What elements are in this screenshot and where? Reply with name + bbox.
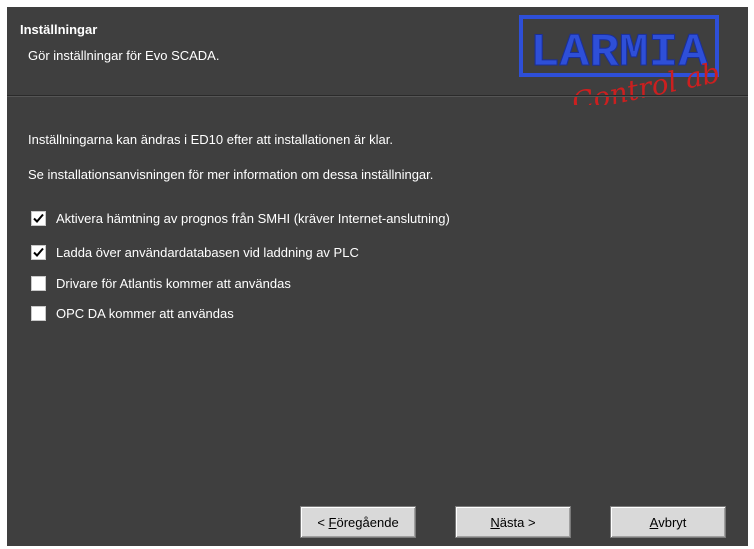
header-panel: Inställningar Gör inställningar för Evo …: [7, 7, 748, 105]
checkbox-atlantis-driver[interactable]: [31, 275, 46, 291]
checkmark-icon: [33, 247, 44, 257]
option-smhi-forecast[interactable]: Aktivera hämtning av prognos från SMHI (…: [31, 209, 450, 227]
option-label: OPC DA kommer att användas: [56, 305, 234, 321]
checkbox-opc-da[interactable]: [31, 305, 46, 321]
back-button[interactable]: < Föregående: [300, 506, 416, 538]
option-atlantis-driver[interactable]: Drivare för Atlantis kommer att användas: [31, 274, 291, 292]
checkbox-user-database[interactable]: [31, 244, 46, 260]
info-text-2: Se installationsanvisningen för mer info…: [28, 167, 434, 182]
checkbox-smhi-forecast[interactable]: [31, 210, 46, 226]
cancel-button[interactable]: Avbryt: [610, 506, 726, 538]
header-divider: [7, 95, 748, 97]
info-text-1: Inställningarna kan ändras i ED10 efter …: [28, 132, 393, 147]
larmia-logo: LARMIA Control ab: [519, 15, 723, 105]
option-label: Drivare för Atlantis kommer att användas: [56, 275, 291, 291]
option-user-database[interactable]: Ladda över användardatabasen vid laddnin…: [31, 243, 359, 261]
option-opc-da[interactable]: OPC DA kommer att användas: [31, 304, 234, 322]
option-label: Ladda över användardatabasen vid laddnin…: [56, 244, 359, 260]
next-button[interactable]: Nästa >: [455, 506, 571, 538]
page-subtitle: Gör inställningar för Evo SCADA.: [28, 48, 220, 63]
installer-dialog: Inställningar Gör inställningar för Evo …: [7, 7, 748, 546]
option-label: Aktivera hämtning av prognos från SMHI (…: [56, 210, 450, 226]
checkmark-icon: [33, 213, 44, 223]
page-title: Inställningar: [20, 22, 98, 37]
